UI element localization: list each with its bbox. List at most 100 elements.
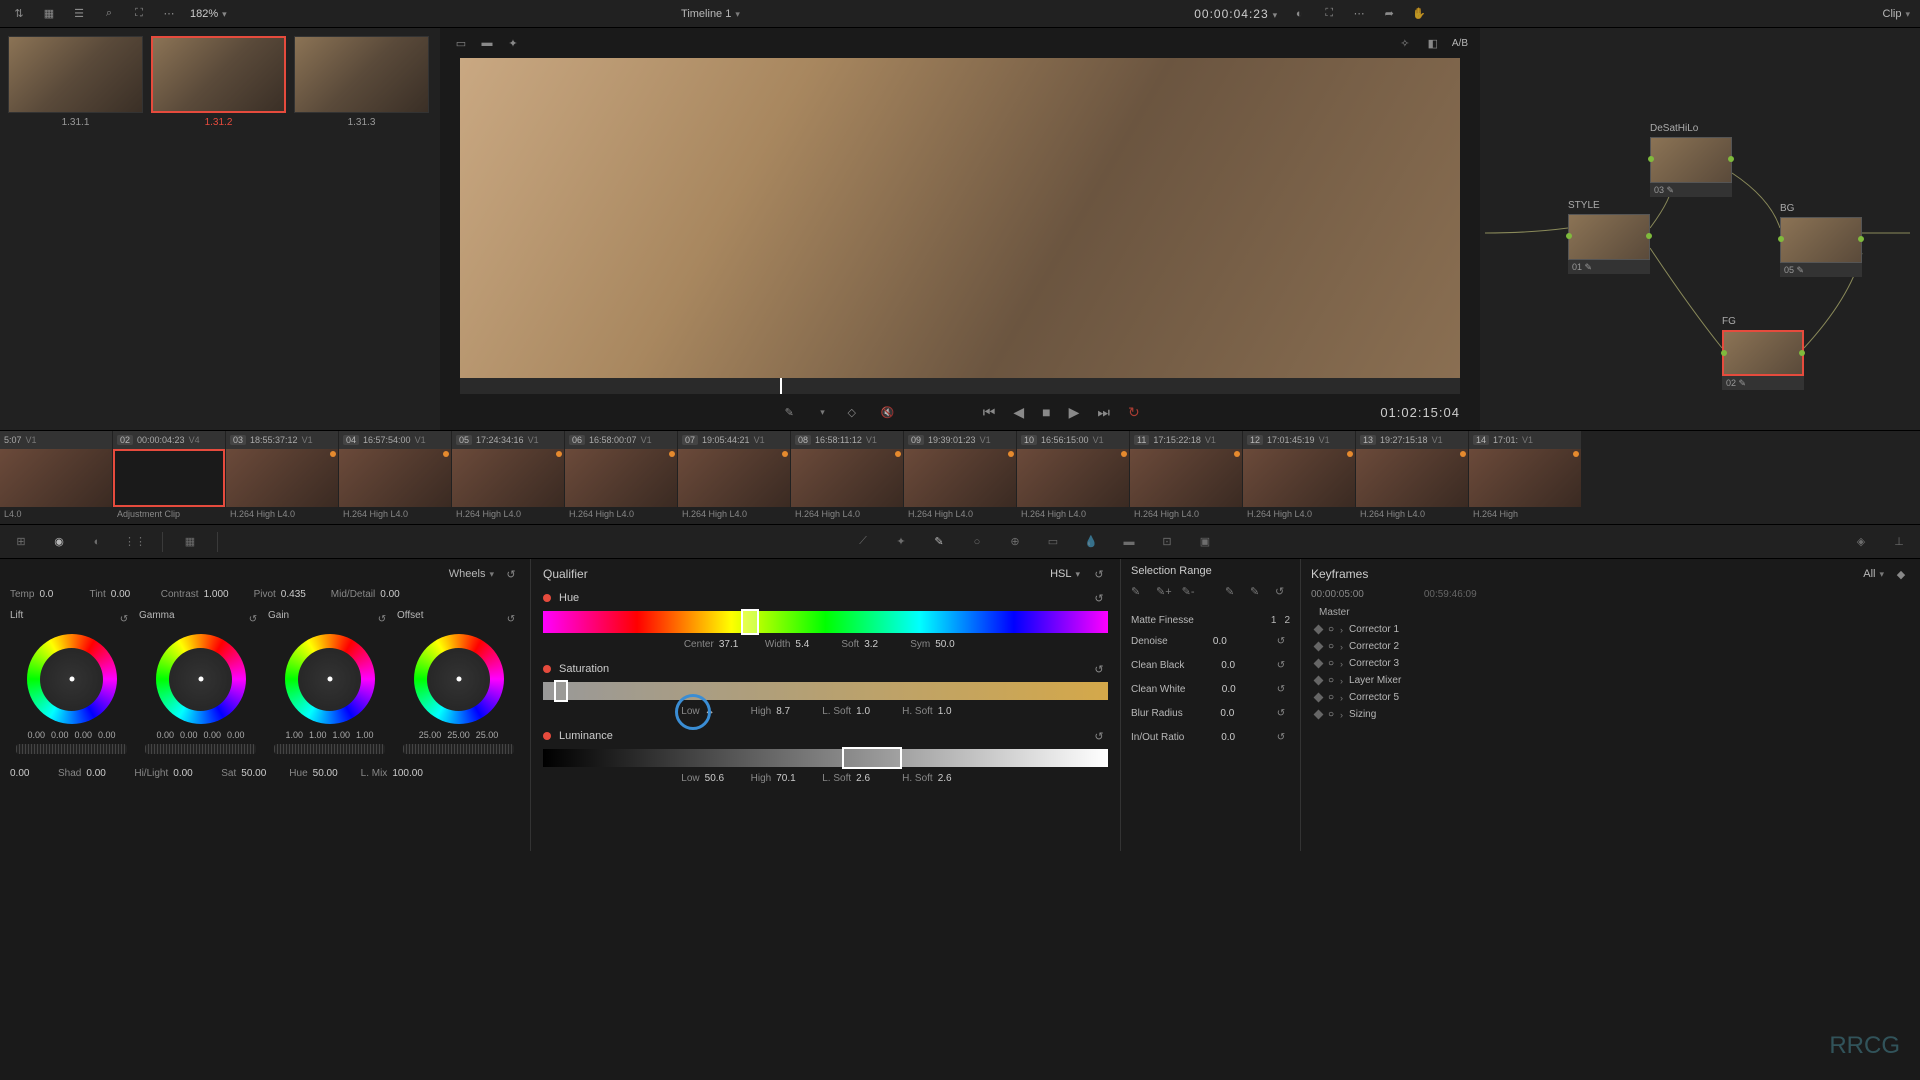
keyframe-panel-icon[interactable]: ◈: [1850, 531, 1872, 553]
wheels-mode-dropdown[interactable]: Wheels▾: [449, 568, 494, 580]
hue-enable-checkbox[interactable]: [543, 594, 551, 602]
keyframe-row-4[interactable]: ○›Corrector 5: [1311, 689, 1910, 706]
viewer-scrubber[interactable]: [460, 378, 1460, 394]
clip-dropdown[interactable]: Clip▾: [1883, 8, 1910, 20]
keyframes-master-row[interactable]: Master: [1311, 604, 1910, 621]
invert-icon[interactable]: ↺: [1275, 585, 1290, 603]
lum-lsoft-value[interactable]: 2.6: [856, 773, 888, 784]
sat-value[interactable]: 50.00: [241, 768, 273, 779]
rgb-mixer-icon[interactable]: ⋮⋮: [124, 531, 146, 553]
timeline-strip[interactable]: 5:07V1L4.00200:00:04:23V4Adjustment Clip…: [0, 430, 1920, 525]
matte-param-4[interactable]: In/Out Ratio0.0↺: [1131, 728, 1290, 746]
camera-raw-icon[interactable]: ⊞: [10, 531, 32, 553]
mute-icon[interactable]: 🔇: [879, 403, 897, 421]
more-icon[interactable]: ⋯: [160, 5, 178, 23]
hue-sym-value[interactable]: 50.0: [935, 639, 967, 650]
color-wheel-gamma[interactable]: Gamma↺0.000.000.000.00: [139, 610, 262, 758]
hue-soft-value[interactable]: 3.2: [864, 639, 896, 650]
hue-width-value[interactable]: 5.4: [795, 639, 827, 650]
timeline-clip-7[interactable]: 0816:58:11:12V1H.264 High L4.0: [791, 431, 903, 524]
feather-sub-icon[interactable]: ✎: [1250, 585, 1265, 603]
sat-hsoft-value[interactable]: 1.0: [938, 706, 970, 717]
warper-icon[interactable]: ✦: [890, 531, 912, 553]
sat-reset-icon[interactable]: ↺: [1090, 660, 1108, 678]
picker-add-icon[interactable]: ✎+: [1156, 585, 1172, 603]
timeline-clip-6[interactable]: 0719:05:44:21V1H.264 High L4.0: [678, 431, 790, 524]
lum-hsoft-value[interactable]: 2.6: [938, 773, 970, 784]
wipe-icon[interactable]: ◇: [843, 403, 861, 421]
shad-value[interactable]: 0.00: [86, 768, 118, 779]
picker-sub-icon[interactable]: ✎-: [1182, 585, 1197, 603]
hue-strip[interactable]: [543, 611, 1108, 633]
qualifier-reset-icon[interactable]: ↺: [1090, 565, 1108, 583]
timeline-clip-8[interactable]: 0919:39:01:23V1H.264 High L4.0: [904, 431, 1016, 524]
play-button[interactable]: ▶: [1069, 404, 1080, 421]
timeline-clip-2[interactable]: 0318:55:37:12V1H.264 High L4.0: [226, 431, 338, 524]
color-wheels-icon[interactable]: ◉: [48, 531, 70, 553]
timeline-timecode[interactable]: 00:00:04:23▾: [1194, 7, 1278, 21]
boost-value[interactable]: 0.00: [10, 768, 42, 779]
hilight-value[interactable]: 0.00: [173, 768, 205, 779]
lum-high-value[interactable]: 70.1: [776, 773, 808, 784]
matte-param-2[interactable]: Clean White0.0↺: [1131, 680, 1290, 698]
timeline-clip-9[interactable]: 1016:56:15:00V1H.264 High L4.0: [1017, 431, 1129, 524]
saturation-strip[interactable]: [543, 682, 1108, 700]
timeline-clip-0[interactable]: 5:07V1L4.0: [0, 431, 112, 524]
clip-thumb-1[interactable]: 1.31.2: [151, 36, 286, 128]
luminance-strip[interactable]: [543, 749, 1108, 767]
sizing-icon[interactable]: ⊡: [1156, 531, 1178, 553]
temp-value[interactable]: 0.0: [39, 589, 71, 600]
stop-button[interactable]: ■: [1042, 404, 1050, 420]
timeline-clip-13[interactable]: 1417:01:V1H.264 High: [1469, 431, 1581, 524]
curves-icon[interactable]: ⟋: [852, 531, 874, 553]
ab-toggle[interactable]: A/B: [1452, 38, 1468, 49]
sat-high-value[interactable]: 8.7: [776, 706, 808, 717]
pointer-icon[interactable]: ➦: [1380, 5, 1398, 23]
more-options-icon[interactable]: ⋯: [1350, 5, 1368, 23]
timeline-name[interactable]: Timeline 1▾: [681, 8, 740, 20]
scopes-icon[interactable]: ⊥: [1888, 531, 1910, 553]
pivot-value[interactable]: 0.435: [281, 589, 313, 600]
timeline-clip-12[interactable]: 1319:27:15:18V1H.264 High L4.0: [1356, 431, 1468, 524]
node-03[interactable]: DeSatHiLo03 ✎: [1650, 123, 1732, 197]
picker-icon[interactable]: ✎: [780, 403, 798, 421]
fullscreen-icon[interactable]: ⛶: [1320, 5, 1338, 23]
search-icon[interactable]: ⌕: [100, 5, 118, 23]
tracker-icon[interactable]: ⊕: [1004, 531, 1026, 553]
timeline-clip-4[interactable]: 0517:24:34:16V1H.264 High L4.0: [452, 431, 564, 524]
zoom-percent[interactable]: 182%▾: [190, 8, 227, 20]
hue-value[interactable]: 50.00: [313, 768, 345, 779]
color-wheel-offset[interactable]: Offset↺25.0025.0025.00: [397, 610, 520, 758]
clip-thumb-2[interactable]: 1.31.3: [294, 36, 429, 128]
loop-button[interactable]: ↻: [1128, 404, 1140, 421]
3d-icon[interactable]: ▣: [1194, 531, 1216, 553]
step-back-button[interactable]: ◀: [1013, 404, 1024, 421]
prev-clip-button[interactable]: ⏮: [983, 404, 996, 421]
node-05[interactable]: BG05 ✎: [1780, 203, 1862, 277]
keyframe-row-0[interactable]: ○›Corrector 1: [1311, 621, 1910, 638]
lmix-value[interactable]: 100.00: [392, 768, 424, 779]
contrast-value[interactable]: 1.000: [204, 589, 236, 600]
timeline-clip-3[interactable]: 0416:57:54:00V1H.264 High L4.0: [339, 431, 451, 524]
split-icon[interactable]: ◧: [1424, 34, 1442, 52]
list-view-icon[interactable]: ☰: [70, 5, 88, 23]
qualifier-mode-dropdown[interactable]: HSL▾: [1050, 568, 1080, 580]
qualifier-icon[interactable]: ✎: [928, 531, 950, 553]
keyframe-add-icon[interactable]: ◆: [1892, 565, 1910, 583]
lum-low-value[interactable]: 50.6: [705, 773, 737, 784]
keyframe-row-5[interactable]: ○›Sizing: [1311, 706, 1910, 723]
highlight-icon[interactable]: ✧: [1396, 34, 1414, 52]
picker-tool-icon[interactable]: ✎: [1131, 585, 1146, 603]
key-icon[interactable]: ▬: [1118, 531, 1140, 553]
window-icon[interactable]: ○: [966, 531, 988, 553]
viewer-image[interactable]: [460, 58, 1460, 378]
hue-center-value[interactable]: 37.1: [719, 639, 751, 650]
clip-thumb-0[interactable]: 1.31.1: [8, 36, 143, 128]
matte-param-0[interactable]: Denoise0.0↺: [1131, 632, 1290, 650]
matte-tab-1[interactable]: 1: [1271, 615, 1277, 626]
sat-enable-checkbox[interactable]: [543, 665, 551, 673]
matte-param-1[interactable]: Clean Black0.0↺: [1131, 656, 1290, 674]
matte-param-3[interactable]: Blur Radius0.0↺: [1131, 704, 1290, 722]
timeline-clip-5[interactable]: 0616:58:00:07V1H.264 High L4.0: [565, 431, 677, 524]
viewer-mode1-icon[interactable]: ▭: [452, 34, 470, 52]
